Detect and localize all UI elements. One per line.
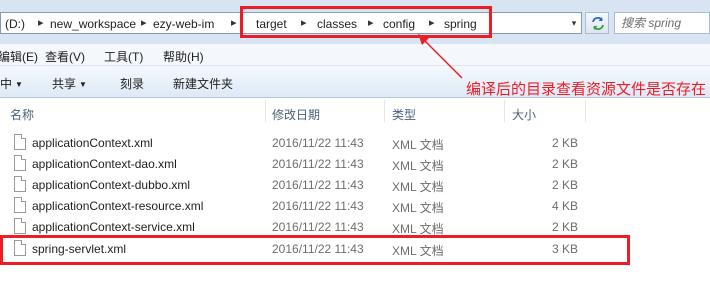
breadcrumb-separator-icon[interactable]: ▸ (38, 16, 44, 29)
file-size: 2 KB (551, 178, 578, 192)
file-date: 2016/11/22 11:43 (272, 220, 364, 234)
share-label: 共享 (52, 77, 77, 91)
refresh-icon (592, 17, 604, 30)
file-date: 2016/11/22 11:43 (272, 157, 364, 171)
menu-tools[interactable]: 工具(T) (104, 48, 143, 65)
column-header-name[interactable]: 名称 (10, 106, 34, 123)
column-header-size[interactable]: 大小 (512, 106, 536, 123)
file-icon (14, 134, 26, 150)
menu-help[interactable]: 帮助(H) (163, 48, 204, 65)
file-date: 2016/11/22 11:43 (272, 178, 364, 192)
file-type: XML 文档 (392, 180, 444, 194)
breadcrumb-drive[interactable]: (D:) (5, 17, 25, 31)
annotation-note: 编译后的目录查看资源文件是否存在 (466, 81, 707, 98)
address-dropdown-icon[interactable]: ▾ (567, 15, 581, 31)
search-box[interactable] (614, 12, 710, 34)
file-row[interactable]: applicationContext-dubbo.xml 2016/11/22 … (0, 174, 600, 195)
arrow-icon (418, 34, 463, 79)
file-size: 2 KB (551, 220, 578, 234)
file-name: applicationContext-dubbo.xml (32, 178, 191, 192)
new-folder-button[interactable]: 新建文件夹 (173, 75, 233, 92)
file-size: 4 KB (551, 199, 578, 213)
search-input[interactable] (621, 15, 707, 31)
include-in-library-button[interactable]: 中 ▼ (0, 75, 23, 92)
file-size: 2 KB (551, 136, 578, 150)
file-row[interactable]: applicationContext-resource.xml 2016/11/… (0, 195, 600, 216)
file-icon (14, 176, 26, 192)
chevron-down-icon: ▼ (79, 80, 87, 89)
file-name: applicationContext-resource.xml (32, 199, 204, 213)
file-type: XML 文档 (392, 159, 444, 173)
column-divider[interactable] (265, 100, 266, 122)
refresh-button[interactable] (585, 12, 609, 34)
file-name: applicationContext-service.xml (32, 220, 195, 234)
menu-view[interactable]: 查看(V) (45, 48, 85, 65)
file-type: XML 文档 (392, 138, 444, 152)
column-header-type[interactable]: 类型 (392, 106, 416, 123)
burn-button[interactable]: 刻录 (120, 75, 144, 92)
breadcrumb-new-workspace[interactable]: new_workspace (50, 17, 136, 31)
menu-edit[interactable]: 编辑(E) (0, 48, 38, 65)
column-divider[interactable] (504, 100, 505, 122)
breadcrumb-separator-icon[interactable]: ▸ (141, 16, 147, 29)
breadcrumb-ezy-web-im[interactable]: ezy-web-im (153, 17, 214, 31)
file-row-highlight-box (0, 235, 630, 265)
column-divider[interactable] (585, 100, 586, 122)
file-row[interactable]: applicationContext-dao.xml 2016/11/22 11… (0, 153, 600, 174)
file-type: XML 文档 (392, 201, 444, 215)
column-header-date[interactable]: 修改日期 (272, 106, 320, 123)
file-icon (14, 155, 26, 171)
file-name: applicationContext-dao.xml (32, 157, 177, 171)
include-in-library-label: 中 (0, 77, 13, 91)
file-date: 2016/11/22 11:43 (272, 199, 364, 213)
file-name: applicationContext.xml (32, 136, 153, 150)
share-button[interactable]: 共享 ▼ (52, 75, 87, 92)
file-icon (14, 218, 26, 234)
breadcrumb-separator-icon[interactable]: ▸ (231, 16, 237, 29)
chevron-down-icon: ▼ (15, 80, 23, 89)
file-row[interactable]: applicationContext-service.xml 2016/11/2… (0, 216, 600, 237)
menu-bar: 编辑(E) 查看(V) 工具(T) 帮助(H) (0, 44, 710, 66)
file-row[interactable]: applicationContext.xml 2016/11/22 11:43 … (0, 132, 600, 153)
column-divider[interactable] (384, 100, 385, 122)
file-icon (14, 197, 26, 213)
column-header-row: 名称 修改日期 类型 大小 (0, 98, 710, 124)
file-size: 2 KB (551, 157, 578, 171)
file-date: 2016/11/22 11:43 (272, 136, 364, 150)
